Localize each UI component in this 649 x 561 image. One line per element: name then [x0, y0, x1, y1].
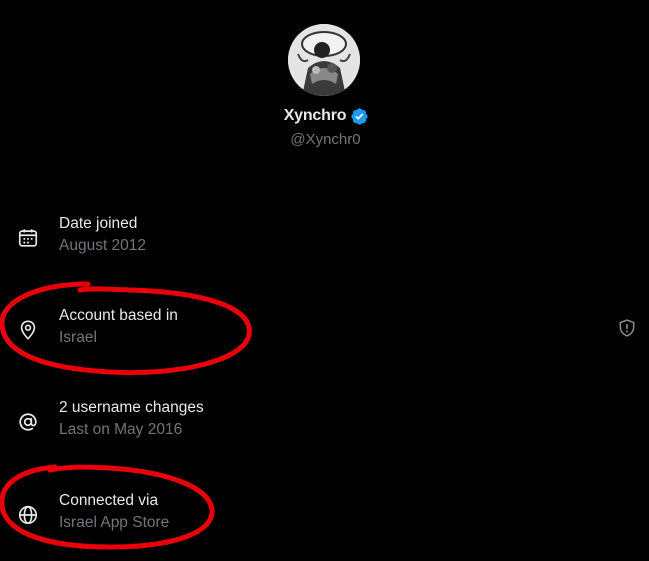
- info-row-account-based-in: Account based in Israel: [0, 307, 649, 357]
- location-pin-icon: [20, 320, 36, 340]
- profile-name-row: Xynchro: [0, 105, 649, 126]
- row-title: Account based in: [59, 307, 178, 324]
- info-row-username-changes: 2 username changes Last on May 2016: [0, 399, 649, 449]
- info-row-connected-via: Connected via Israel App Store: [0, 492, 649, 542]
- row-title: Connected via: [59, 492, 159, 509]
- row-subtitle: Israel App Store: [59, 514, 170, 531]
- at-sign-icon: [19, 413, 37, 431]
- shield-info-icon[interactable]: [617, 318, 637, 338]
- account-about-page: Xynchro @Xynchr0 Date joined August 2012…: [0, 0, 649, 561]
- row-subtitle: August 2012: [59, 237, 147, 254]
- row-subtitle: Last on May 2016: [59, 421, 183, 438]
- verified-badge-icon[interactable]: [350, 107, 369, 126]
- row-title: 2 username changes: [59, 399, 204, 416]
- calendar-icon: [18, 229, 38, 247]
- profile-handle: @Xynchr0: [290, 131, 361, 148]
- row-title: Date joined: [59, 215, 138, 232]
- display-name[interactable]: Xynchro: [284, 107, 347, 125]
- info-row-date-joined: Date joined August 2012: [0, 215, 649, 265]
- row-subtitle: Israel: [59, 329, 97, 346]
- globe-icon: [18, 505, 38, 525]
- avatar[interactable]: [288, 24, 360, 96]
- avatar-image: [288, 24, 360, 96]
